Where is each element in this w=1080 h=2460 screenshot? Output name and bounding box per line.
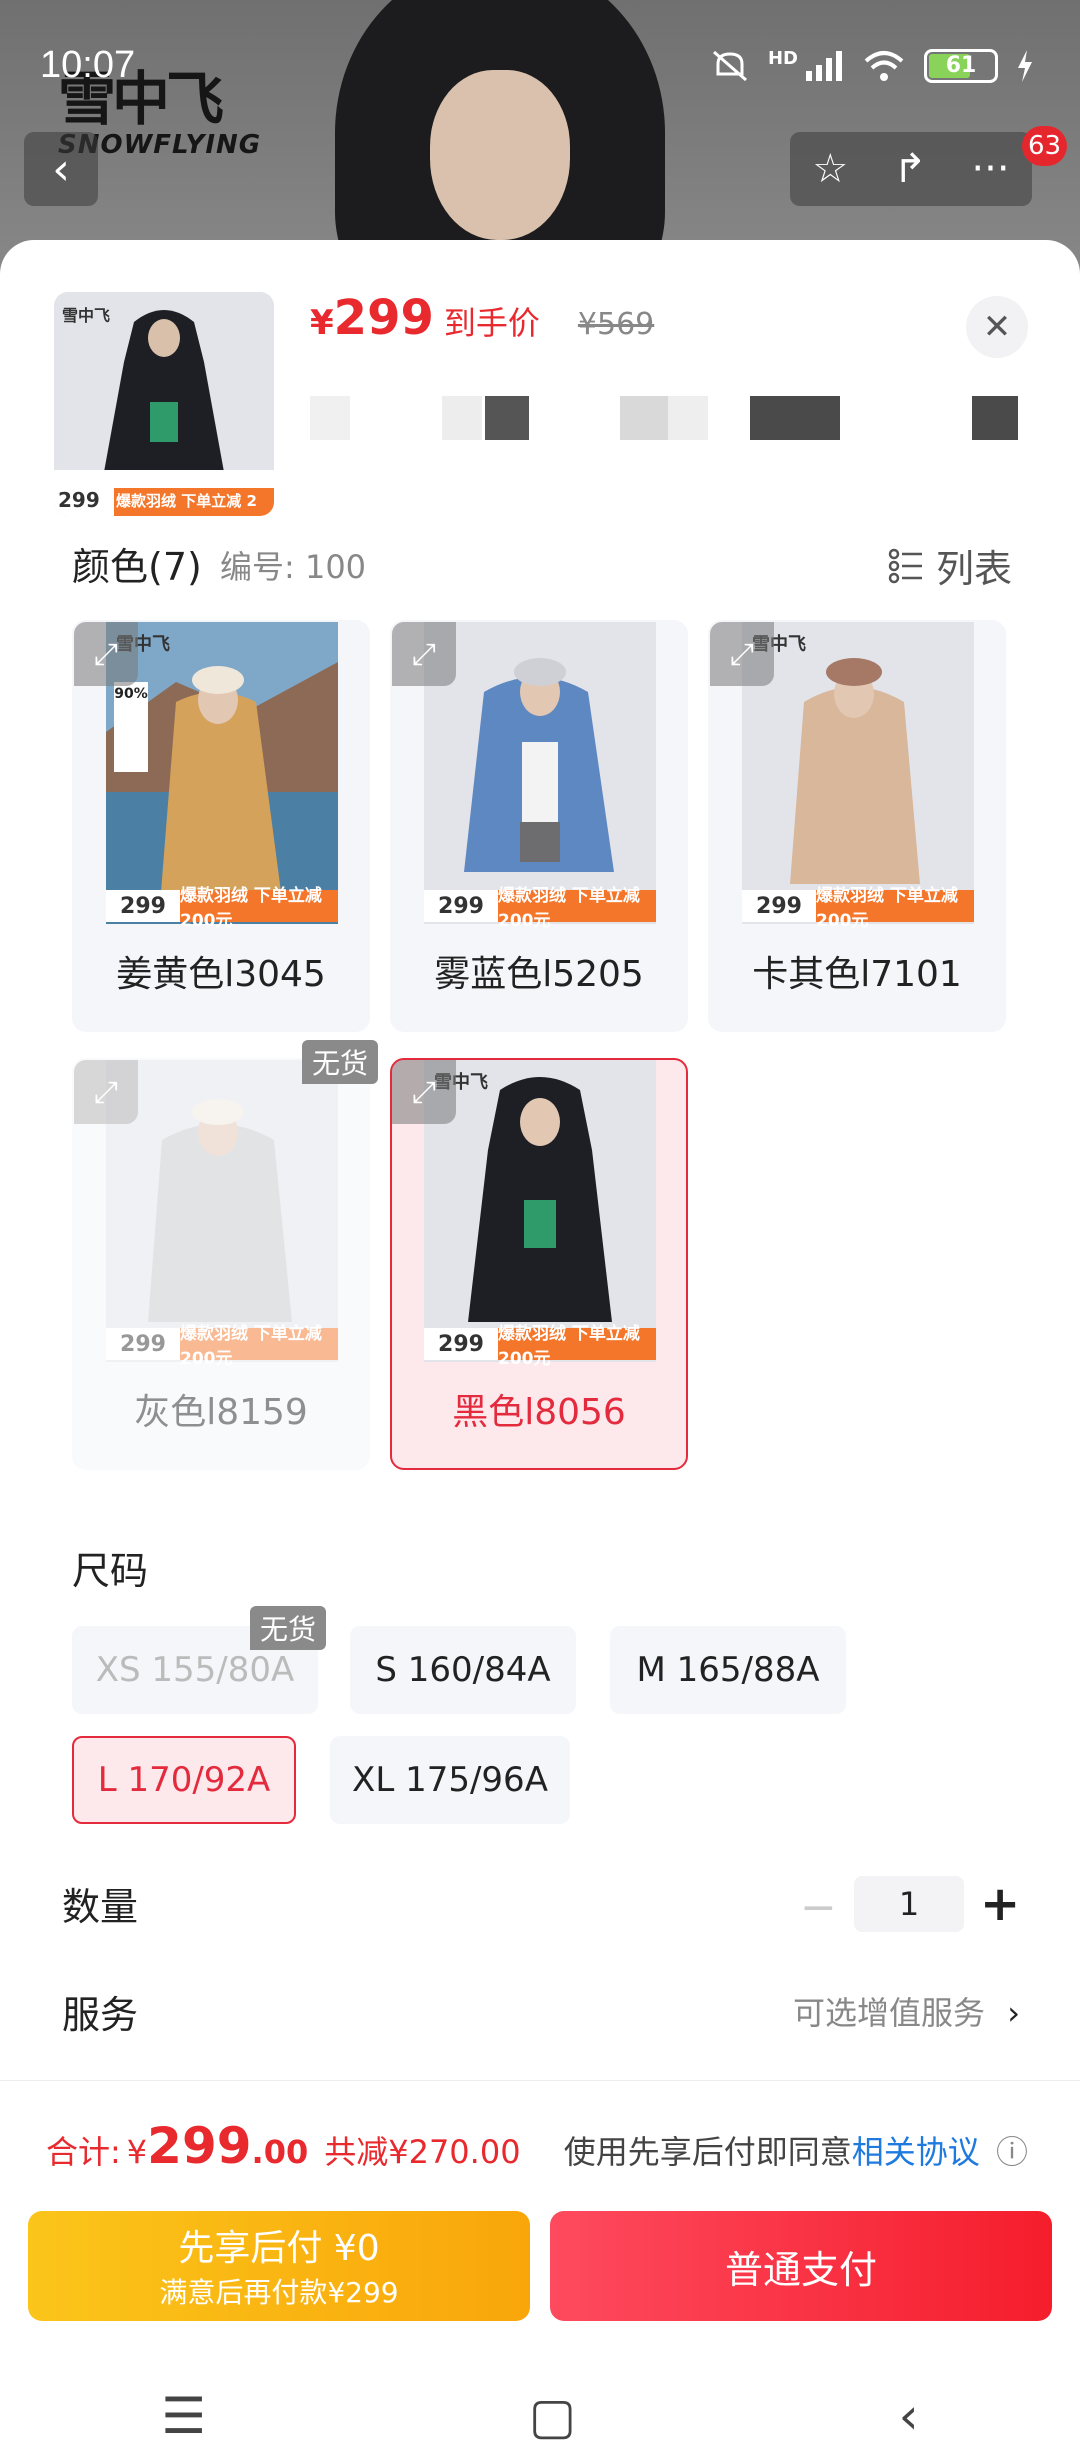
service-option[interactable]: 可选增值服务 › [793,1988,1020,2034]
status-bar: 10:07 HD 61 [0,0,1080,100]
thumb-brand: 雪中飞 [62,306,111,325]
expand-icon[interactable]: ⤢ [710,622,774,686]
color-option-card[interactable]: 雪中飞 299 爆款羽绒 下单立减 200元 ⤢ 卡其色l7101 [708,620,1006,1032]
service-label: 服务 [62,1993,139,2037]
agreement-link[interactable]: 相关协议 [852,2133,980,2171]
pay-later-title: 先享后付 ¥0 [178,2228,380,2269]
close-button[interactable]: ✕ [966,296,1028,358]
notification-badge: 63 [1022,126,1068,166]
service-value: 可选增值服务 [793,1994,986,2032]
card-promo-strip: 299 爆款羽绒 下单立减 200元 [424,1324,656,1369]
color-option-card[interactable]: 299 爆款羽绒 下单立减 200元 ⤢ 雾蓝色l5205 [390,620,688,1032]
battery-level: 61 [945,53,977,78]
quantity-label: 数量 [62,1885,139,1929]
color-option-label: 雾蓝色l5205 [434,954,644,995]
total-amount: ¥299.00 [126,2117,309,2175]
price-current: ¥299 [310,290,434,346]
quantity-increment-button[interactable]: + [980,1876,1020,1932]
back-icon[interactable]: ‹ [899,2387,919,2445]
total-discount: 共减¥270.00 [324,2133,521,2171]
checkout-bar: 合计: ¥299.00 共减¥270.00 使用先享后付即同意相关协议 ⓘ 先享… [0,2080,1080,2460]
expand-icon[interactable]: ⤢ [74,1060,138,1124]
pay-later-subtitle: 满意后再付款¥299 [159,2276,399,2309]
share-icon[interactable]: ↱ [893,146,927,192]
color-option-card-selected[interactable]: 雪中飞 299 爆款羽绒 下单立减 200元 ⤢ 黑色l8056 [390,1058,688,1470]
expand-icon[interactable]: ⤢ [74,622,138,686]
card-promo-strip: 299 爆款羽绒 下单立减 200元 [424,886,656,931]
system-nav-bar: ☰ ▢ ‹ [0,2371,1080,2460]
expand-icon[interactable]: ⤢ [392,1060,456,1124]
price-label: 到手价 [443,304,540,342]
list-view-label: 列表 [935,547,1012,591]
card-promo-strip: 299 爆款羽绒 下单立减 200元 [106,886,338,931]
agreement-text: 使用先享后付即同意相关协议 ⓘ [563,2133,1028,2171]
signal-icon [806,51,842,81]
normal-pay-button[interactable]: 普通支付 [550,2211,1052,2321]
info-icon[interactable]: ⓘ [996,2133,1028,2171]
color-option-label: 姜黄色l3045 [116,954,326,995]
quantity-input[interactable]: 1 [854,1876,964,1932]
total-price: 合计: ¥299.00 共减¥270.00 [46,2117,521,2175]
more-dots-icon[interactable]: ··· [971,146,1009,192]
thumb-promo: 爆款羽绒 下单立减 2 [116,492,257,510]
size-chip[interactable]: S 160/84A [350,1626,576,1714]
color-swatch-image [742,622,974,924]
color-option-card[interactable]: 雪中飞 90% 299 爆款羽绒 下单立减 200元 ⤢ 姜黄色l3045 [72,620,370,1032]
chevron-right-icon: › [1007,1994,1020,2032]
card-badge: 90% [114,682,148,772]
size-chip-selected[interactable]: L 170/92A [72,1736,296,1824]
color-section-title: 颜色(7) [72,545,202,589]
price-original: ¥569 [577,307,655,342]
back-button[interactable]: ‹ [24,132,98,206]
home-icon[interactable]: ▢ [529,2387,576,2445]
price-row: ¥299 到手价 ¥569 [310,290,654,346]
size-section-title: 尺码 [72,1549,149,1593]
hd-icon: HD [767,48,798,69]
color-swatch-image [106,1060,338,1362]
out-of-stock-tag: 无货 [250,1606,327,1650]
color-option-label: 灰色l8159 [134,1392,308,1433]
nav-action-group: ☆ ↱ ··· [790,132,1032,206]
battery-icon: 61 [924,49,998,83]
quantity-decrement-button[interactable]: − [800,1882,837,1933]
menu-icon[interactable]: ☰ [161,2387,206,2445]
close-icon: ✕ [982,307,1012,347]
sku-number: 编号: 100 [220,548,367,586]
out-of-stock-tag: 无货 [302,1040,379,1084]
charging-icon [1018,50,1032,82]
list-view-toggle[interactable]: 列表 [888,538,1012,593]
card-promo-strip: 299 爆款羽绒 下单立减 200元 [742,886,974,931]
color-swatch-image [424,622,656,924]
pay-later-button[interactable]: 先享后付 ¥0 满意后再付款¥299 [28,2211,530,2321]
color-swatch-image [424,1060,656,1362]
status-icons: HD 61 [710,48,1034,84]
expand-icon[interactable]: ⤢ [392,622,456,686]
wifi-icon [864,51,904,81]
mute-icon [712,50,747,82]
total-label: 合计: [46,2133,121,2171]
product-thumbnail[interactable]: 雪中飞 299 爆款羽绒 下单立减 2 [54,292,274,516]
color-option-label: 黑色l8056 [452,1392,626,1433]
color-swatch-image [106,622,338,924]
blurred-info-row [310,396,1030,444]
size-chip[interactable]: XL 175/96A [330,1736,570,1824]
favorite-star-icon[interactable]: ☆ [812,146,848,192]
color-option-label: 卡其色l7101 [752,954,962,995]
size-chip[interactable]: M 165/88A [610,1626,846,1714]
back-chevron-icon: ‹ [52,143,70,195]
color-option-card-out-of-stock[interactable]: 299 爆款羽绒 下单立减 200元 ⤢ 灰色l8159 [72,1058,370,1470]
status-time: 10:07 [40,44,136,86]
card-promo-strip: 299 爆款羽绒 下单立减 200元 [106,1324,338,1369]
thumb-price: 299 [58,488,100,512]
list-icon [888,548,922,583]
